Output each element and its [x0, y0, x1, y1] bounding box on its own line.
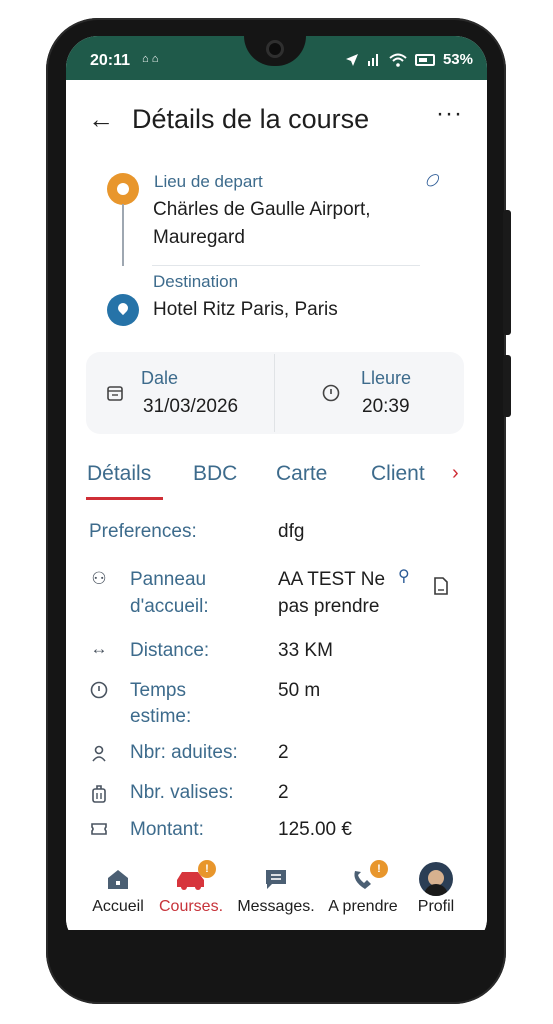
- panneau-label-line2: d'accueil:: [130, 596, 209, 617]
- origin-value-line1: Chärles de Gaulle Airport,: [153, 199, 371, 220]
- tab-client[interactable]: Client: [371, 462, 425, 486]
- battery-percent: 53%: [442, 51, 473, 68]
- more-horizontal-icon[interactable]: ···: [436, 100, 463, 128]
- battery-icon: [414, 53, 435, 66]
- nav-accueil[interactable]: Accueil: [78, 848, 158, 928]
- panneau-label-line1: Panneau: [130, 569, 207, 590]
- nav-label-courses: Courses.: [158, 898, 224, 915]
- nav-label-profil: Profil: [417, 898, 455, 915]
- destination-label: Destination: [153, 272, 239, 291]
- adultes-label: Nbr: aduites:: [130, 742, 238, 763]
- preferences-value: dfg: [278, 521, 305, 542]
- temps-value: 50 m: [278, 680, 321, 701]
- notification-icons: ⌂ ⌂: [142, 53, 159, 65]
- link-icon[interactable]: ⚲: [398, 566, 410, 586]
- status-bar: 20:11 ⌂ ⌂ 53%: [66, 36, 487, 80]
- volume-button: [503, 210, 511, 335]
- montant-label: Montant:: [130, 819, 204, 840]
- tab-details[interactable]: Détails: [87, 462, 151, 486]
- location-icon: [345, 53, 358, 66]
- distance-label: Distance:: [130, 640, 210, 661]
- panneau-value-line1: AA TEST Ne: [278, 569, 386, 590]
- document-icon[interactable]: [432, 576, 450, 596]
- avatar: [419, 862, 453, 896]
- nav-messages[interactable]: Messages.: [236, 848, 316, 928]
- nav-profil[interactable]: Profil: [396, 848, 476, 928]
- tab-bdc[interactable]: BDC: [193, 462, 237, 486]
- luggage-icon: [92, 785, 106, 803]
- origin-pin-icon: [107, 173, 139, 205]
- page-title: Détails de la course: [132, 104, 370, 134]
- chevron-right-icon[interactable]: ›: [452, 462, 459, 485]
- date-value: 31/03/2026: [143, 396, 239, 417]
- montant-value: 125.00 €: [278, 819, 352, 840]
- panneau-value-line2: pas prendre: [278, 596, 380, 617]
- tab-carte[interactable]: Carte: [276, 462, 327, 486]
- power-button: [503, 355, 511, 417]
- bottom-nav: Accueil ! Courses. Messages. ! A prendre…: [66, 848, 487, 928]
- page-header: ← Détails de la course ···: [66, 100, 487, 140]
- info-circle-icon: [90, 681, 108, 699]
- temps-label-line2: estime:: [130, 706, 192, 727]
- nav-label-a-prendre: A prendre: [328, 898, 398, 915]
- arrows-horizontal-icon: ↔: [90, 639, 108, 658]
- calendar-icon: [107, 386, 123, 401]
- destination-pin-icon: [107, 294, 139, 326]
- phone-bottom-bezel: [66, 930, 487, 970]
- courses-badge: !: [198, 860, 216, 878]
- clock-icon: [322, 384, 340, 402]
- status-time: 20:11: [90, 52, 131, 69]
- wifi-icon: [389, 53, 407, 67]
- route-divider: [152, 265, 420, 266]
- origin-label: Lieu de depart: [154, 172, 263, 191]
- valises-label: Nbr. valises:: [130, 782, 234, 803]
- camera-icon: [266, 40, 284, 58]
- nav-a-prendre[interactable]: ! A prendre: [323, 848, 403, 928]
- app-screen: 20:11 ⌂ ⌂ 53% ← Détails de la course ···…: [66, 36, 487, 950]
- people-icon: ⚇: [91, 569, 107, 588]
- signal-icon: [367, 53, 378, 66]
- arrow-left-icon[interactable]: ←: [88, 104, 114, 135]
- time-label: Lleure: [361, 368, 412, 388]
- route-connector: [122, 204, 124, 266]
- valises-value: 2: [278, 782, 289, 803]
- adultes-value: 2: [278, 742, 289, 763]
- a-prendre-badge: !: [370, 860, 388, 878]
- date-label: Dale: [141, 368, 179, 388]
- nav-label-accueil: Accueil: [92, 898, 144, 915]
- schedule-card: [86, 352, 464, 434]
- origin-value-line2: Mauregard: [153, 227, 245, 248]
- destination-value: Hotel Ritz Paris, Paris: [153, 299, 338, 320]
- schedule-divider: [274, 354, 275, 432]
- preferences-label: Preferences:: [89, 521, 197, 542]
- home-icon: [108, 870, 128, 889]
- ticket-icon: [91, 823, 107, 835]
- active-tab-indicator: [86, 497, 163, 500]
- time-value: 20:39: [362, 396, 410, 417]
- person-icon: [92, 745, 106, 762]
- nav-label-messages: Messages.: [237, 898, 315, 915]
- status-right: 53%: [345, 51, 473, 68]
- nav-courses[interactable]: ! Courses.: [151, 848, 231, 928]
- temps-label-line1: Temps: [130, 680, 186, 701]
- distance-value: 33 KM: [278, 640, 333, 661]
- chat-icon: [266, 870, 286, 889]
